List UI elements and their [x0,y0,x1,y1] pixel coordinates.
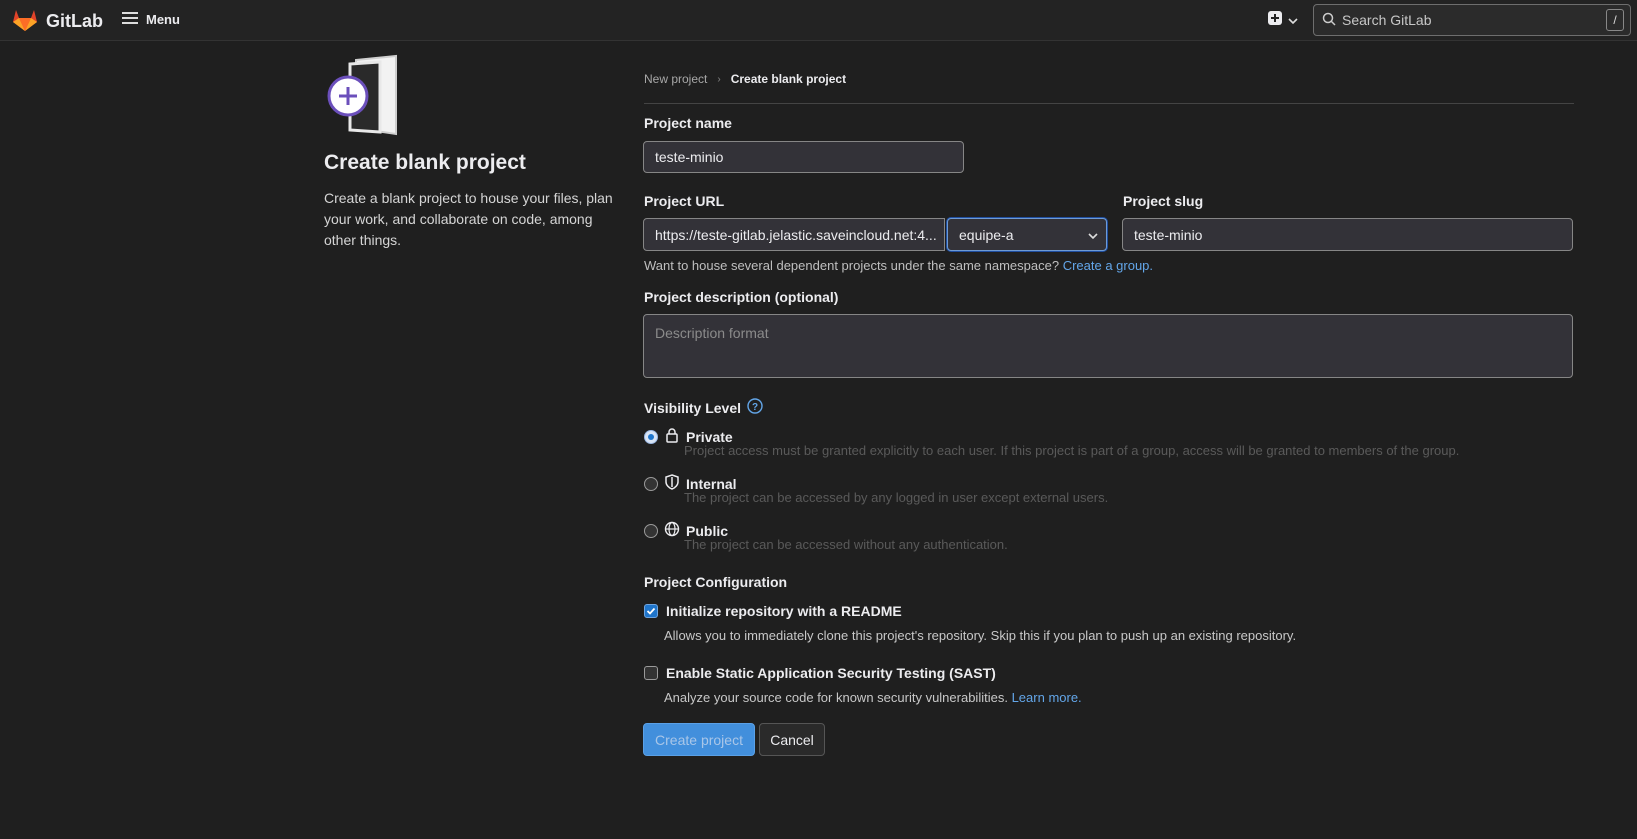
visibility-private-desc: Project access must be granted explicitl… [684,443,1460,458]
namespace-hint-text: Want to house several dependent projects… [644,258,1060,273]
project-name-label: Project name [644,115,732,131]
visibility-internal-radio[interactable] [644,476,658,491]
shield-icon [664,474,680,493]
page-title: Create blank project [324,151,526,174]
project-configuration-heading: Project Configuration [644,574,788,590]
readme-checkbox-row[interactable]: Initialize repository with a README [644,603,902,619]
project-slug-label: Project slug [1123,193,1204,209]
chevron-right-icon: › [717,73,721,85]
blank-project-illustration [324,54,408,138]
sast-checkbox[interactable] [644,666,658,680]
globe-icon [664,521,680,540]
page-description: Create a blank project to house your fil… [324,190,613,248]
search-input[interactable]: Search GitLab / [1313,4,1631,36]
namespace-select[interactable]: equipe-a [947,218,1107,251]
sast-description-text: Analyze your source code for known secur… [664,690,1008,705]
project-url-label: Project URL [644,193,725,209]
visibility-public-radio[interactable] [644,523,658,538]
visibility-internal-desc: The project can be accessed by any logge… [684,490,1109,505]
sast-label: Enable Static Application Security Testi… [666,665,996,681]
cancel-button[interactable]: Cancel [759,723,825,756]
namespace-hint: Want to house several dependent projects… [644,258,1153,273]
sast-description: Analyze your source code for known secur… [664,690,1082,705]
gitlab-tanuki-icon [12,8,38,35]
menu-label: Menu [146,12,180,27]
breadcrumb-divider [644,103,1574,104]
project-name-input[interactable]: teste-minio [643,141,964,173]
question-circle-icon[interactable]: ? [747,398,763,417]
visibility-private-radio[interactable] [644,429,658,444]
breadcrumb-current: Create blank project [730,72,847,86]
search-placeholder: Search GitLab [1342,12,1432,28]
readme-description: Allows you to immediately clone this pro… [664,628,1297,643]
create-new-dropdown[interactable] [1268,11,1298,28]
hamburger-icon [122,11,138,28]
svg-text:?: ? [752,402,758,413]
chevron-down-icon [1088,227,1098,243]
plus-square-icon [1268,11,1282,28]
project-slug-value: teste-minio [1134,226,1203,243]
chevron-down-icon [1288,12,1298,28]
sast-checkbox-row[interactable]: Enable Static Application Security Testi… [644,665,996,681]
visibility-level-label: Visibility Level [644,399,742,416]
readme-label: Initialize repository with a README [666,603,902,619]
search-shortcut-hint: / [1606,9,1624,31]
visibility-public-desc: The project can be accessed without any … [684,537,1008,552]
learn-more-link[interactable]: Learn more. [1012,690,1082,705]
search-icon [1322,12,1336,29]
project-description-label: Project description (optional) [644,289,839,305]
readme-checkbox[interactable] [644,604,658,618]
project-description-textarea[interactable]: Description format [643,314,1573,378]
lock-icon [664,427,680,446]
project-url-prefix: https://teste-gitlab.jelastic.saveinclou… [643,218,945,251]
brand-name: GitLab [46,11,103,31]
description-placeholder: Description format [655,325,769,341]
create-group-link[interactable]: Create a group. [1063,258,1153,273]
top-navbar: GitLab Menu Search GitLab / [0,0,1637,41]
breadcrumb: New project › Create blank project [644,72,846,86]
menu-button[interactable]: Menu [122,11,180,28]
create-project-button[interactable]: Create project [643,723,755,756]
project-slug-input[interactable]: teste-minio [1122,218,1573,251]
gitlab-logo-link[interactable]: GitLab [12,8,103,35]
project-url-prefix-text: https://teste-gitlab.jelastic.saveinclou… [655,226,937,243]
namespace-value: equipe-a [959,226,1014,243]
project-name-value: teste-minio [655,149,724,165]
visibility-level-heading: Visibility Level ? [644,398,763,417]
breadcrumb-new-project[interactable]: New project [644,72,707,86]
